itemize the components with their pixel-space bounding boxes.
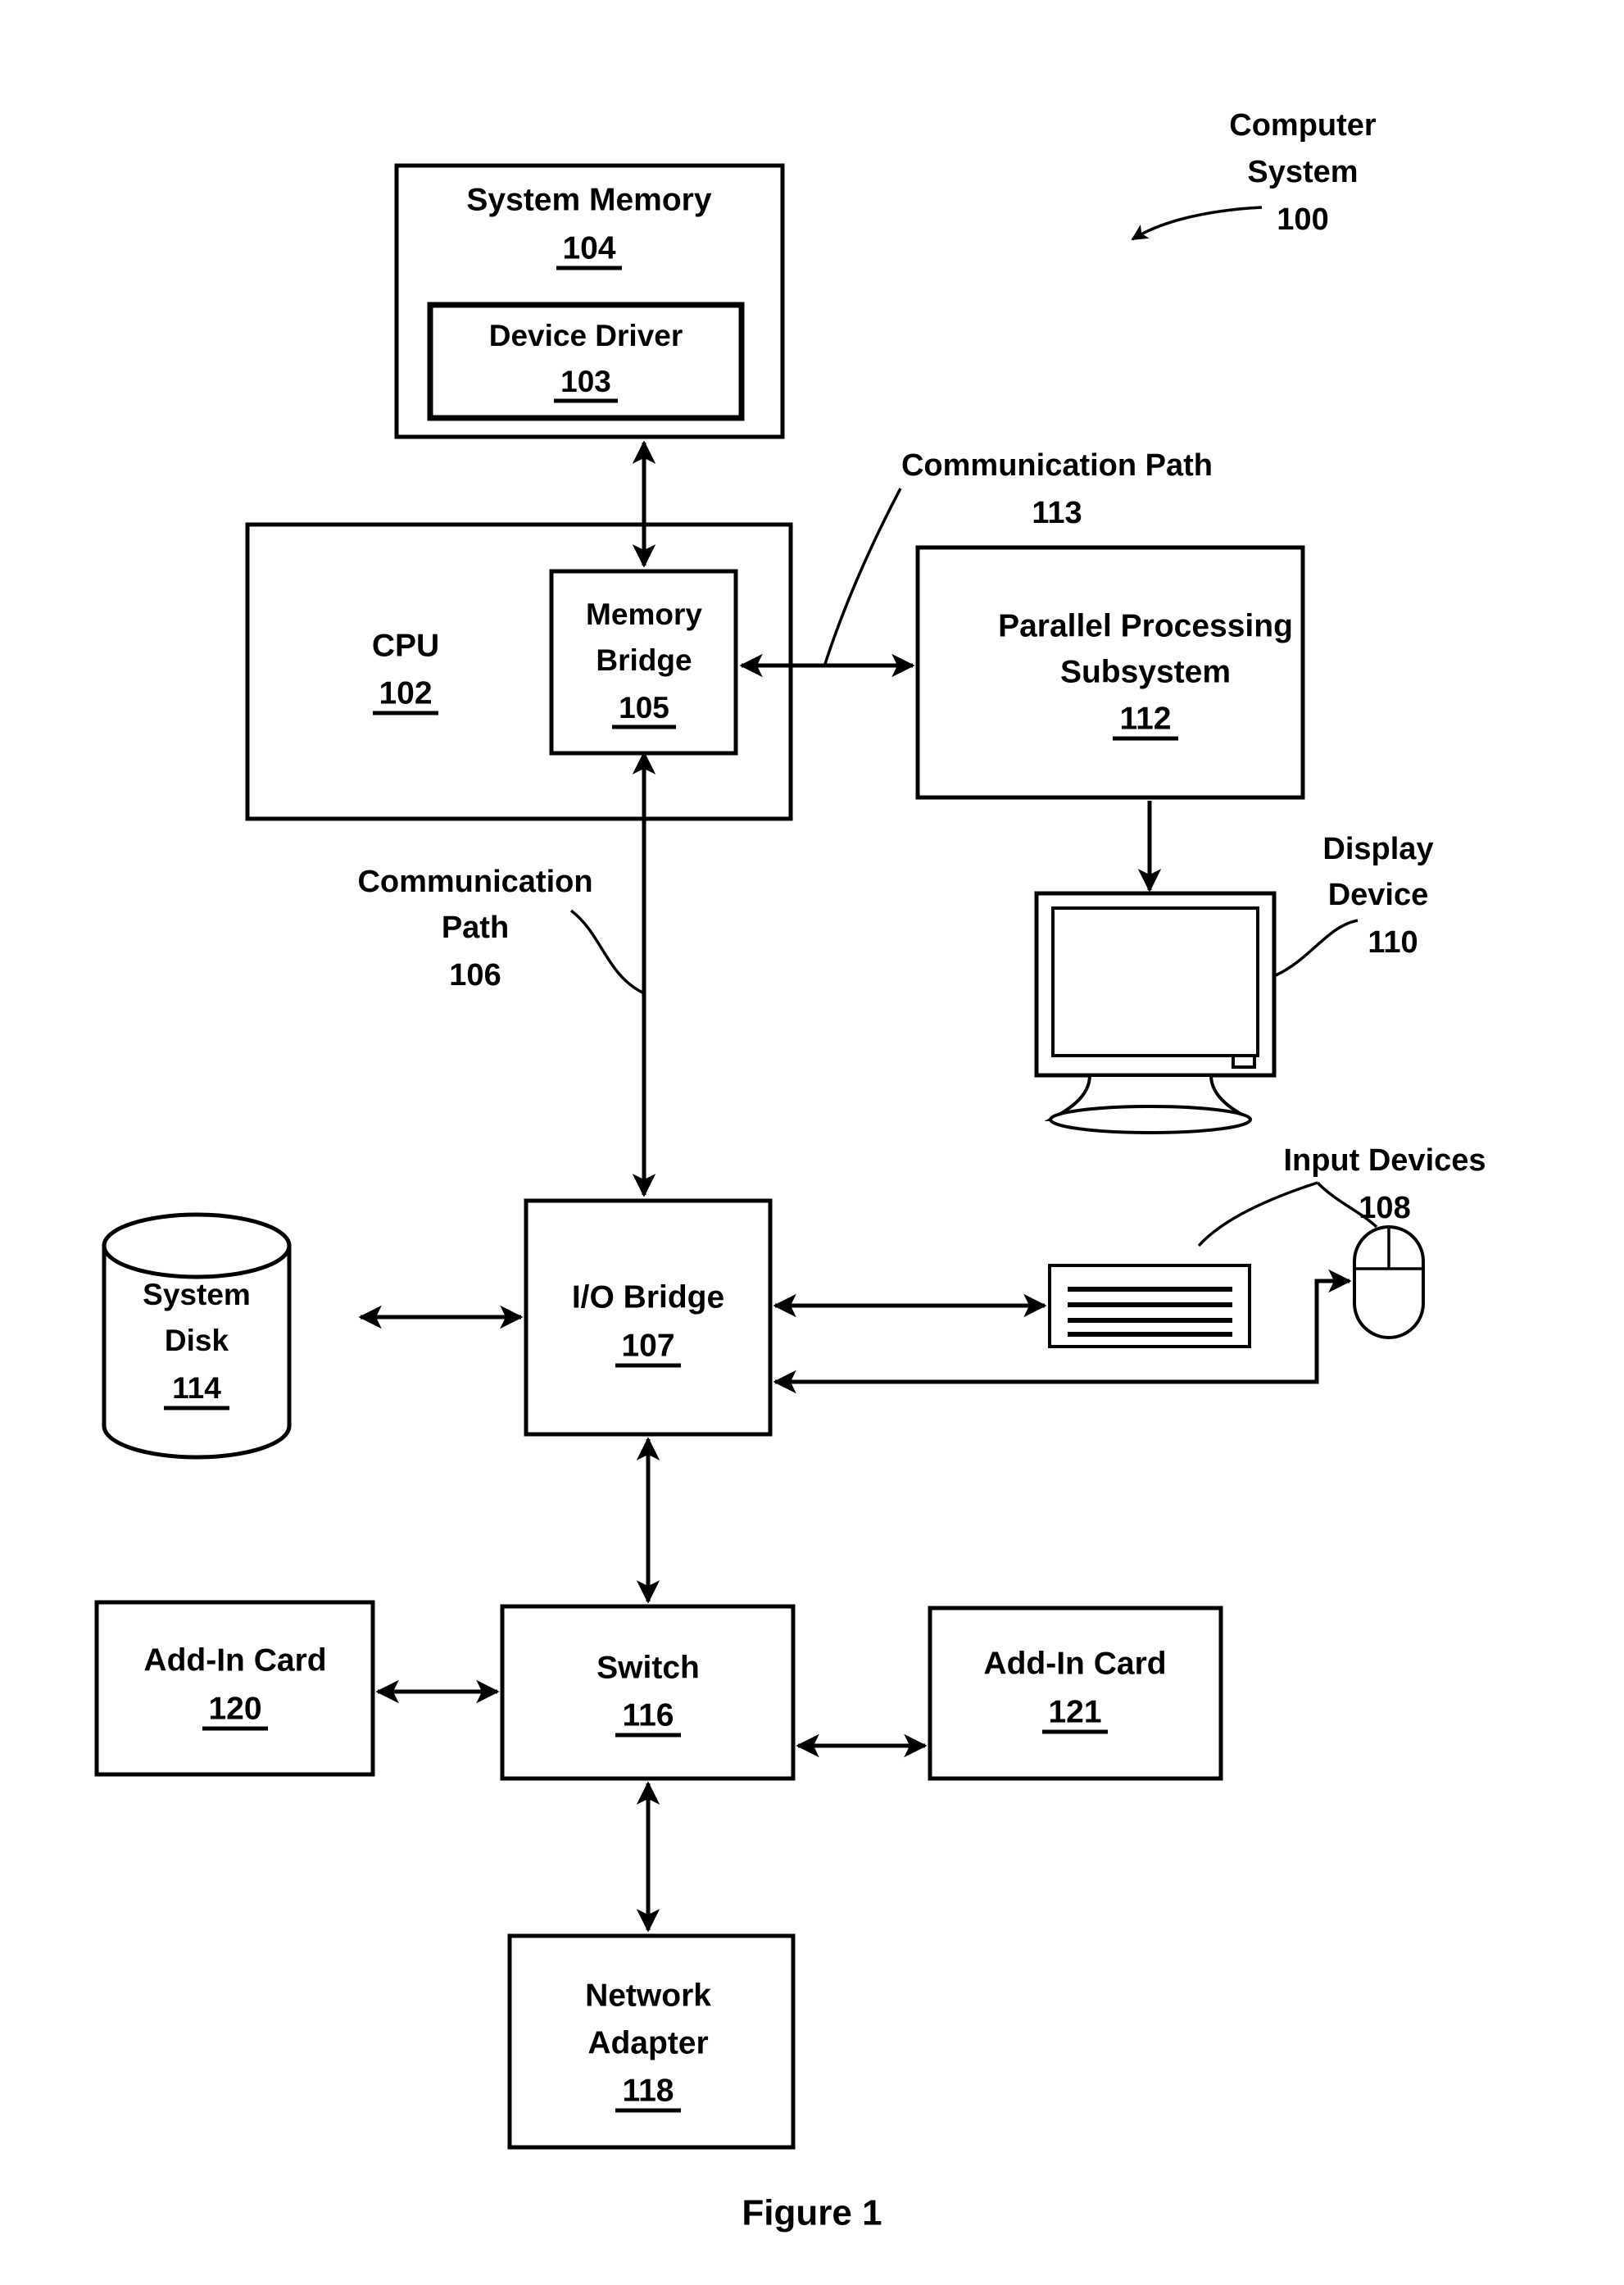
block-memory-bridge: Memory Bridge 105 [549,569,738,756]
comm-path-106-leader [569,909,645,995]
callout-communication-path-106: Communication Path 106 [357,865,645,995]
add-in-card-right-ref: 121 [1048,1694,1101,1729]
display-device-label-line2: Device [1328,878,1429,912]
callout-computer-system-100: Computer System 100 [1131,108,1377,241]
monitor-power-led [1232,1054,1256,1069]
switch-label: Switch [597,1650,700,1685]
block-system-memory: System Memory 104 Device Driver 103 [394,163,785,439]
add-in-card-right-box [928,1606,1223,1781]
block-switch: Switch 116 [500,1604,796,1781]
comm-path-106-label-line1: Communication [357,865,592,899]
display-device-ref: 110 [1368,925,1418,960]
memory-bridge-label-line1: Memory [586,597,702,631]
add-in-card-left-box [94,1600,375,1777]
io-bridge-box [524,1198,773,1437]
cpu-ref: 102 [379,675,432,711]
block-add-in-card-left: Add-In Card 120 [94,1600,375,1777]
monitor-stand-base [1049,1105,1252,1134]
memory-bridge-label-line2: Bridge [596,643,692,677]
computer-system-ref: 100 [1277,202,1328,237]
add-in-card-left-label: Add-In Card [143,1642,326,1678]
input-devices-label: Input Devices [1283,1143,1486,1178]
block-device-driver: Device Driver 103 [427,302,745,421]
system-disk-label-line1: System [143,1278,251,1311]
system-disk-cylinder-top [102,1212,292,1279]
block-network-adapter: Network Adapter 118 [507,1933,796,2150]
pps-ref: 112 [1120,701,1172,736]
callout-input-devices-108: Input Devices 108 [1197,1143,1486,1247]
callout-display-device-110: Display Device 110 [1275,832,1434,977]
input-devices-leader-keyboard [1197,1181,1318,1247]
memory-bridge-ref: 105 [619,691,669,725]
comm-path-113-leader [823,488,902,665]
switch-ref: 116 [623,1697,674,1733]
system-disk-label-line2: Disk [165,1324,229,1357]
add-in-card-left-ref: 120 [208,1691,261,1726]
network-adapter-label-line2: Adapter [587,2025,708,2060]
figure-1-diagram: System Memory 104 Device Driver 103 Comp… [0,0,1624,2285]
switch-box [500,1604,796,1781]
device-driver-label: Device Driver [489,319,683,352]
network-adapter-label-line1: Network [585,1978,711,2013]
computer-system-label-line2: System [1247,155,1358,189]
system-disk-ref: 114 [172,1371,221,1405]
diagram-canvas: System Memory 104 Device Driver 103 Comp… [94,108,1486,2233]
block-add-in-card-right: Add-In Card 121 [928,1606,1223,1781]
monitor-screen [1051,906,1259,1057]
display-device-label-line1: Display [1322,832,1433,866]
comm-path-106-label-line2: Path [442,911,509,945]
system-memory-label: System Memory [466,182,711,217]
io-bridge-label: I/O Bridge [572,1279,724,1315]
pps-label-line2: Subsystem [1060,654,1231,689]
comm-path-106-ref: 106 [449,958,501,993]
device-driver-ref: 103 [560,365,611,398]
network-adapter-ref: 118 [623,2073,674,2108]
comm-path-113-label: Communication Path [901,448,1213,483]
add-in-card-right-label: Add-In Card [983,1646,1166,1681]
mouse-icon [1353,1225,1425,1339]
computer-system-label-line1: Computer [1229,108,1377,143]
display-device-leader [1275,919,1359,977]
monitor-icon [1034,891,1277,1134]
block-system-disk: System Disk 114 [102,1212,292,1460]
io-bridge-ref: 107 [621,1328,674,1363]
figure-caption: Figure 1 [742,2193,882,2233]
pps-label-line1: Parallel Processing [998,608,1293,643]
keyboard-icon [1048,1264,1251,1348]
cpu-label: CPU [372,628,439,663]
comm-path-113-ref: 113 [1032,496,1082,530]
computer-system-leader-arrow [1131,206,1263,241]
block-io-bridge: I/O Bridge 107 [524,1198,773,1437]
block-parallel-processing-subsystem: Parallel Processing Subsystem 112 [915,545,1305,800]
system-memory-ref: 104 [562,230,615,266]
